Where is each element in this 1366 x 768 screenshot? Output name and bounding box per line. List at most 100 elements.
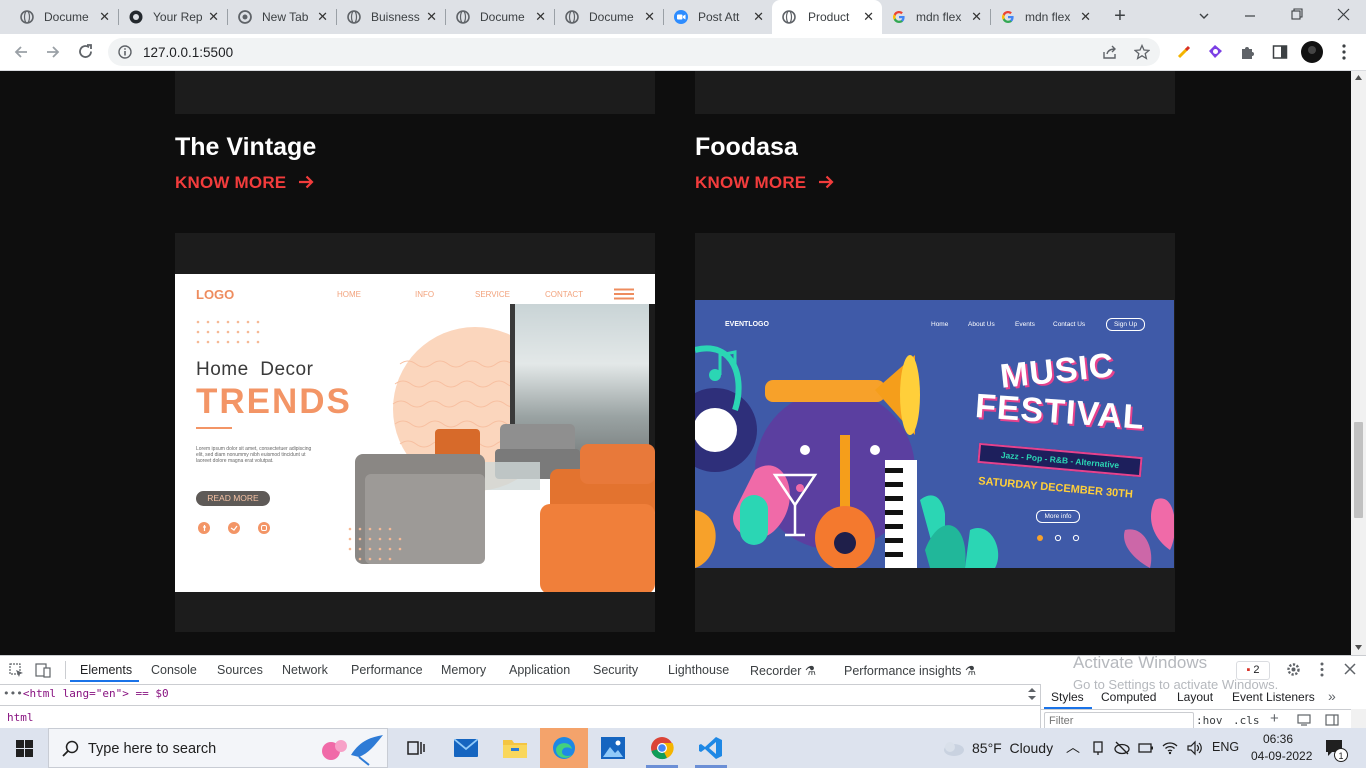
tab-3[interactable]: New Tab ✕ [228, 0, 336, 34]
color-picker-extension-icon[interactable] [1176, 44, 1192, 60]
devtools-tab-recorder[interactable]: Recorder ⚗ [750, 663, 816, 678]
file-explorer-button[interactable] [491, 728, 539, 768]
hov-toggle[interactable]: :hov [1196, 714, 1223, 727]
tab-title: Post Att [698, 10, 740, 24]
dom-breadcrumb[interactable]: html [7, 711, 34, 724]
tab-2[interactable]: Your Rep ✕ [119, 0, 227, 34]
extension-icon[interactable] [1207, 43, 1224, 60]
close-icon[interactable]: ✕ [317, 9, 328, 25]
styles-tab[interactable]: Styles [1051, 690, 1084, 704]
devtools-tab-lighthouse[interactable]: Lighthouse [668, 663, 729, 677]
tab-1[interactable]: Docume ✕ [10, 0, 118, 34]
devtools-tab-network[interactable]: Network [282, 663, 328, 677]
close-icon[interactable]: ✕ [99, 9, 110, 25]
site-info-icon[interactable] [118, 45, 132, 59]
back-arrow-icon[interactable] [13, 44, 29, 60]
photos-app-button[interactable] [589, 728, 637, 768]
close-icon[interactable]: ✕ [644, 9, 655, 25]
devtools-menu-icon[interactable] [1320, 662, 1324, 677]
computed-tab[interactable]: Computed [1101, 690, 1156, 704]
scrollbar-thumb[interactable] [1354, 422, 1363, 518]
battery-icon[interactable] [1138, 740, 1154, 756]
new-rule-plus-icon[interactable]: + [1270, 710, 1279, 727]
close-icon[interactable]: ✕ [863, 9, 874, 25]
tab-6[interactable]: Docume ✕ [555, 0, 663, 34]
devtools-tab-performance[interactable]: Performance [351, 663, 423, 677]
devtools-tab-elements[interactable]: Elements [80, 663, 132, 677]
tab-9[interactable]: mdn flex ✕ [882, 0, 990, 34]
minimize-icon[interactable] [1244, 10, 1256, 22]
styles-scrollbar[interactable] [1351, 709, 1366, 729]
clock-date[interactable]: 04-09-2022 [1251, 749, 1312, 763]
chevron-down-icon[interactable] [1198, 10, 1210, 22]
element-state-icon[interactable] [1297, 714, 1311, 726]
weather-text[interactable]: 85°F Cloudy [972, 740, 1053, 756]
close-icon[interactable]: ✕ [535, 9, 546, 25]
cls-toggle[interactable]: .cls [1233, 714, 1260, 727]
chrome-app-button[interactable] [638, 728, 686, 768]
restore-icon[interactable] [1291, 8, 1303, 20]
event-listeners-tab[interactable]: Event Listeners [1232, 690, 1315, 704]
page-scrollbar[interactable] [1351, 71, 1366, 655]
devtools-tab-security[interactable]: Security [593, 663, 638, 677]
close-icon[interactable]: ✕ [1080, 9, 1091, 25]
dom-node-html[interactable]: •••<html lang="en"> == $0 [3, 687, 169, 700]
window-close-icon[interactable] [1337, 8, 1350, 21]
devtools-tab-sources[interactable]: Sources [217, 663, 263, 677]
taskbar-search-box[interactable]: Type here to search [48, 728, 388, 768]
more-tabs-chevron-icon[interactable]: » [1328, 688, 1336, 704]
tab-4[interactable]: Buisness ✕ [337, 0, 445, 34]
menu-kebab-icon[interactable] [1342, 44, 1346, 60]
inspect-element-icon[interactable] [9, 663, 24, 678]
mail-app-button[interactable] [442, 728, 490, 768]
issues-badge[interactable]: ▪ 2 [1236, 661, 1270, 680]
new-tab-plus-icon[interactable]: + [1109, 5, 1131, 27]
devtools-tab-performance-insights[interactable]: Performance insights ⚗ [844, 663, 976, 678]
devtools-close-icon[interactable] [1344, 663, 1356, 675]
profile-avatar[interactable] [1301, 41, 1323, 63]
settings-gear-icon[interactable] [1286, 662, 1301, 677]
computed-sidebar-icon[interactable] [1325, 714, 1339, 726]
side-panel-icon[interactable] [1272, 44, 1288, 60]
layout-tab[interactable]: Layout [1177, 690, 1213, 704]
project-card-home-decor[interactable]: LOGO HOME INFO SERVICE CONTACT Home Deco… [175, 233, 655, 632]
split-scroll-arrows-icon[interactable] [1028, 687, 1036, 701]
tab-7[interactable]: Post Att ✕ [664, 0, 772, 34]
device-toolbar-icon[interactable] [35, 662, 51, 678]
close-icon[interactable]: ✕ [753, 9, 764, 25]
know-more-link[interactable]: KNOW MORE [695, 173, 834, 193]
tab-10[interactable]: mdn flex ✕ [991, 0, 1099, 34]
tab-8-active[interactable]: Product ✕ [772, 0, 882, 34]
scroll-down-icon[interactable] [1355, 645, 1362, 650]
windows-start-icon[interactable] [16, 740, 33, 757]
tab-5[interactable]: Docume ✕ [446, 0, 554, 34]
project-card-music-festival[interactable]: EVENTLOGO Home About Us Events Contact U… [695, 233, 1175, 632]
close-icon[interactable]: ✕ [208, 9, 219, 25]
close-icon[interactable]: ✕ [971, 9, 982, 25]
onedrive-cloud-off-icon[interactable] [1114, 740, 1130, 756]
clock-time[interactable]: 06:36 [1263, 732, 1293, 746]
know-more-link[interactable]: KNOW MORE [175, 173, 314, 193]
cloud-weather-icon[interactable] [941, 740, 965, 756]
language-indicator[interactable]: ENG [1212, 740, 1239, 754]
globe-icon [347, 10, 361, 24]
edge-app-button[interactable] [540, 728, 588, 768]
music-nav-contact: Contact Us [1053, 321, 1086, 328]
scroll-up-icon[interactable] [1355, 75, 1362, 80]
close-icon[interactable]: ✕ [426, 9, 437, 25]
devtools-tab-memory[interactable]: Memory [441, 663, 486, 677]
usb-device-icon[interactable] [1091, 740, 1105, 756]
share-icon[interactable] [1102, 45, 1118, 60]
address-bar[interactable]: 127.0.0.1:5500 [108, 38, 1160, 66]
reload-icon[interactable] [77, 43, 94, 60]
task-view-button[interactable] [392, 728, 440, 768]
forward-arrow-icon[interactable] [45, 44, 61, 60]
devtools-tab-console[interactable]: Console [151, 663, 197, 677]
tray-overflow-chevron-icon[interactable]: ︿ [1066, 737, 1080, 757]
volume-icon[interactable] [1187, 740, 1203, 756]
vscode-app-button[interactable] [687, 728, 735, 768]
bookmark-star-icon[interactable] [1134, 44, 1150, 60]
devtools-tab-application[interactable]: Application [509, 663, 570, 677]
puzzle-extensions-icon[interactable] [1240, 44, 1256, 60]
wifi-icon[interactable] [1162, 740, 1178, 756]
